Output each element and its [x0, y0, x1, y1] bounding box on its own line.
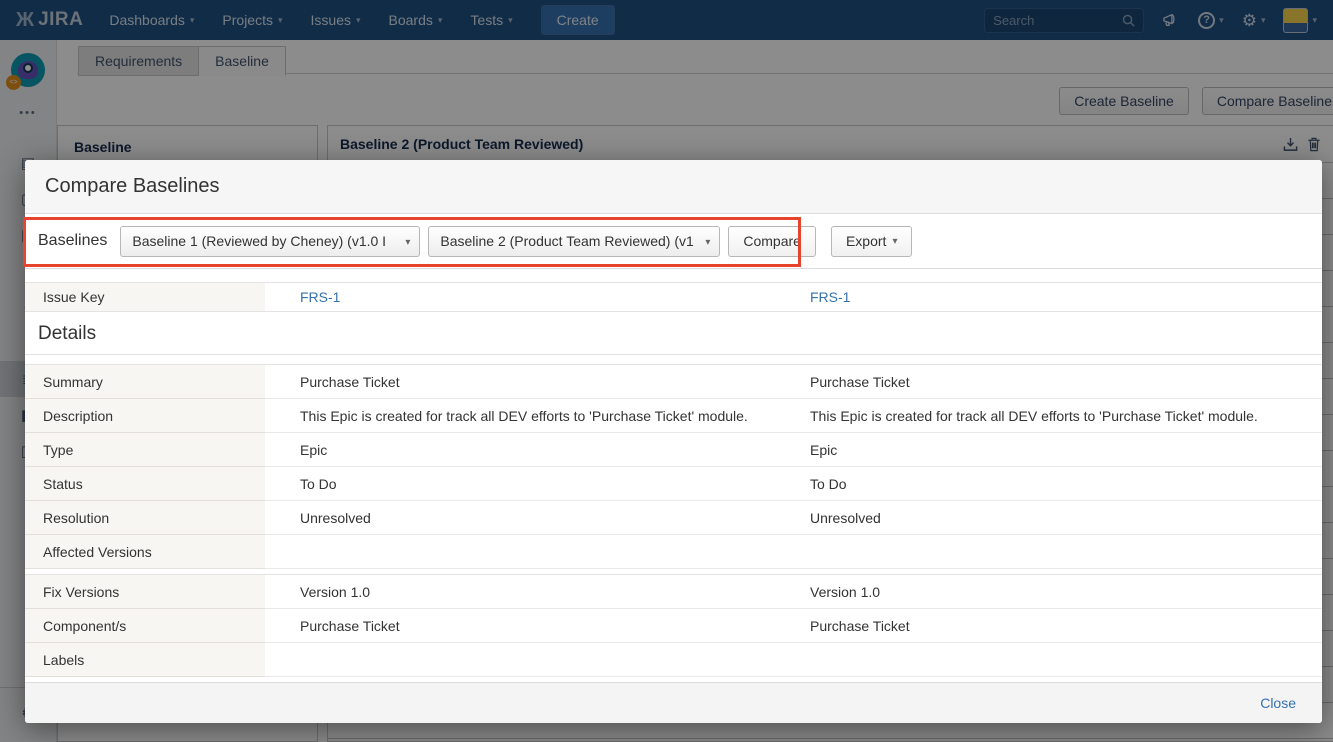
row-label: Fix Versions — [25, 575, 265, 609]
row-value-baseline1: Purchase Ticket — [265, 609, 775, 643]
baselines-label: Baselines — [38, 232, 107, 250]
row-value-baseline1: Epic — [265, 433, 775, 467]
modal-body: Issue Key FRS-1 FRS-1 Details Summary Pu… — [25, 269, 1322, 682]
table-row: Status To Do To Do — [25, 467, 1322, 501]
row-value-baseline1: Version 1.0 — [265, 575, 775, 609]
export-button-label: Export — [846, 233, 886, 249]
modal-toolbar: Baselines Baseline 1 (Reviewed by Cheney… — [25, 214, 1322, 269]
chevron-down-icon: ▾ — [705, 237, 710, 248]
export-button[interactable]: Export ▾ — [831, 226, 913, 257]
baseline1-select[interactable]: Baseline 1 (Reviewed by Cheney) (v1.0 I … — [120, 226, 420, 257]
baseline2-select[interactable]: Baseline 2 (Product Team Reviewed) (v1 ▾ — [428, 226, 720, 257]
issue-key-row: Issue Key FRS-1 FRS-1 — [25, 283, 1322, 312]
table-row: Component/s Purchase Ticket Purchase Tic… — [25, 609, 1322, 643]
chevron-down-icon: ▾ — [405, 237, 410, 248]
row-value-baseline2: Purchase Ticket — [775, 609, 1322, 643]
row-label: Issue Key — [25, 283, 265, 312]
row-value-baseline1: Unresolved — [265, 501, 775, 535]
row-label: Component/s — [25, 609, 265, 643]
compare-baselines-modal: Compare Baselines Baselines Baseline 1 (… — [25, 160, 1322, 723]
row-value-baseline1: Purchase Ticket — [265, 365, 775, 399]
row-label: Resolution — [25, 501, 265, 535]
versions-table: Fix Versions Version 1.0 Version 1.0 Com… — [25, 574, 1322, 677]
close-link[interactable]: Close — [1260, 695, 1296, 711]
baseline2-selected-value: Baseline 2 (Product Team Reviewed) (v1 — [440, 233, 693, 249]
issue-key-link-baseline2[interactable]: FRS-1 — [810, 289, 850, 305]
row-value-baseline2: Purchase Ticket — [775, 365, 1322, 399]
row-label: Summary — [25, 365, 265, 399]
row-value-baseline2: Version 1.0 — [775, 575, 1322, 609]
row-value-baseline1: To Do — [265, 467, 775, 501]
baseline1-selected-value: Baseline 1 (Reviewed by Cheney) (v1.0 I — [132, 233, 386, 249]
details-table: Summary Purchase Ticket Purchase Ticket … — [25, 364, 1322, 569]
table-row: Labels — [25, 643, 1322, 677]
issue-key-table: Issue Key FRS-1 FRS-1 — [25, 282, 1322, 312]
table-row: Affected Versions — [25, 535, 1322, 569]
row-value-baseline2: Unresolved — [775, 501, 1322, 535]
row-label: Description — [25, 399, 265, 433]
row-label: Labels — [25, 643, 265, 677]
row-value-baseline2: To Do — [775, 467, 1322, 501]
modal-header: Compare Baselines — [25, 160, 1322, 214]
row-value-baseline2 — [775, 643, 1322, 677]
row-value-baseline2: Epic — [775, 433, 1322, 467]
details-section-heading: Details — [25, 312, 1322, 355]
row-value-baseline1 — [265, 535, 775, 569]
app-root: Ж JIRA Dashboards ▾ Projects ▾ Issues ▾ — [0, 0, 1333, 742]
compare-button[interactable]: Compare — [728, 226, 816, 257]
table-row: Type Epic Epic — [25, 433, 1322, 467]
row-label: Affected Versions — [25, 535, 265, 569]
row-value-baseline1 — [265, 643, 775, 677]
row-label: Type — [25, 433, 265, 467]
chevron-down-icon: ▾ — [892, 236, 897, 247]
row-value-baseline2 — [775, 535, 1322, 569]
row-value-baseline2: This Epic is created for track all DEV e… — [775, 399, 1322, 433]
table-row: Description This Epic is created for tra… — [25, 399, 1322, 433]
row-value-baseline1: This Epic is created for track all DEV e… — [265, 399, 775, 433]
modal-title: Compare Baselines — [45, 175, 220, 198]
issue-key-link-baseline1[interactable]: FRS-1 — [300, 289, 340, 305]
table-row: Summary Purchase Ticket Purchase Ticket — [25, 365, 1322, 399]
modal-footer: Close — [25, 682, 1322, 723]
table-row: Resolution Unresolved Unresolved — [25, 501, 1322, 535]
table-row: Fix Versions Version 1.0 Version 1.0 — [25, 575, 1322, 609]
row-label: Status — [25, 467, 265, 501]
